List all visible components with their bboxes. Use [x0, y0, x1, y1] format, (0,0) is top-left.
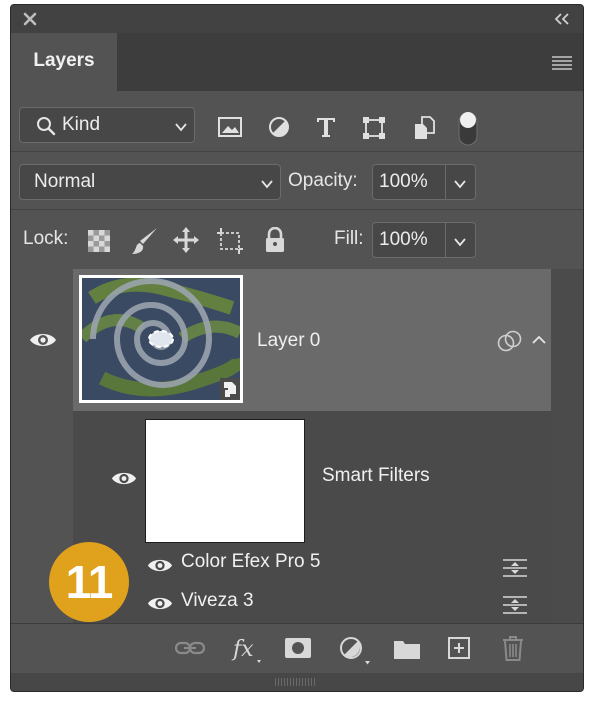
fill-label: Fill:	[334, 228, 364, 249]
lock-position-icon[interactable]	[172, 226, 200, 254]
lock-row: Lock: Fill: 100%	[11, 210, 583, 268]
type-filter-icon[interactable]	[315, 116, 337, 138]
lock-all-icon[interactable]	[264, 227, 286, 253]
adjustment-filter-icon[interactable]	[268, 116, 290, 138]
fill-field[interactable]: 100%	[372, 222, 476, 258]
search-icon	[37, 117, 56, 136]
filter-kind-dropdown[interactable]: Kind	[19, 107, 195, 143]
field-divider	[445, 165, 446, 199]
filter-toggle-icon[interactable]	[457, 109, 479, 147]
filter-kind-label: Kind	[62, 114, 101, 135]
filter-blending-options-icon[interactable]	[501, 557, 529, 579]
layer-thumbnail[interactable]	[79, 275, 243, 403]
filter-item-name[interactable]: Viveza 3	[181, 590, 254, 612]
chevron-down-icon[interactable]	[453, 235, 467, 249]
fx-icon[interactable]: fx	[231, 634, 263, 666]
field-divider	[445, 223, 446, 257]
smart-filter-mask-thumbnail[interactable]	[145, 419, 305, 543]
lock-image-pixels-icon[interactable]	[131, 226, 159, 256]
panel-resize-bar[interactable]	[11, 673, 583, 691]
eye-icon[interactable]	[147, 557, 173, 574]
opacity-field[interactable]: 100%	[372, 164, 476, 200]
smart-object-filter-icon[interactable]	[413, 116, 435, 140]
chevron-down-icon	[175, 123, 187, 132]
close-icon[interactable]	[21, 10, 39, 28]
filter-blending-options-icon[interactable]	[501, 594, 529, 616]
chevron-up-icon[interactable]	[531, 333, 547, 347]
filter-row: Kind	[11, 91, 583, 147]
image-filter-icon[interactable]	[218, 117, 242, 137]
step-number-badge: 11	[49, 542, 129, 622]
spiral-image	[82, 278, 240, 400]
layers-panel: Layers Kind Normal Opacity: 100% Lock: F…	[10, 4, 584, 692]
smart-filters-label[interactable]: Smart Filters	[322, 465, 430, 487]
opacity-value: 100%	[379, 171, 428, 192]
panel-menu-icon[interactable]	[551, 55, 573, 71]
delete-layer-icon[interactable]	[502, 635, 524, 661]
opacity-label: Opacity:	[288, 170, 358, 191]
svg-text:fx: fx	[231, 637, 254, 662]
panel-title-bar	[11, 5, 583, 33]
link-layers-icon[interactable]	[175, 640, 205, 656]
layers-bottom-toolbar: fx	[11, 623, 583, 674]
blend-mode-value: Normal	[34, 171, 96, 192]
resize-grip[interactable]	[275, 678, 317, 686]
chevron-down-icon	[261, 180, 273, 189]
tab-layers[interactable]: Layers	[11, 33, 117, 91]
new-adjustment-icon[interactable]	[339, 636, 371, 666]
smart-filter-options-icon[interactable]	[497, 330, 523, 352]
layer-name[interactable]: Layer 0	[257, 330, 320, 352]
eye-icon[interactable]	[147, 595, 173, 612]
tab-strip: Layers	[11, 33, 583, 91]
eye-icon[interactable]	[29, 331, 57, 349]
lock-label: Lock:	[23, 228, 69, 249]
add-mask-icon[interactable]	[285, 638, 311, 658]
scrollbar-track[interactable]	[551, 269, 583, 623]
shape-filter-icon[interactable]	[362, 116, 386, 140]
filter-item-name[interactable]: Color Efex Pro 5	[181, 551, 320, 573]
eye-icon[interactable]	[111, 470, 137, 487]
layer-thumbnail-image	[82, 278, 240, 400]
lock-transparent-pixels-icon[interactable]	[88, 230, 110, 252]
new-group-icon[interactable]	[393, 638, 421, 660]
blend-mode-dropdown[interactable]: Normal	[19, 164, 281, 200]
chevron-down-icon[interactable]	[453, 177, 467, 191]
new-layer-icon[interactable]	[448, 637, 470, 659]
fill-value: 100%	[379, 229, 428, 250]
blend-row: Normal Opacity: 100%	[11, 152, 583, 208]
lock-artboard-icon[interactable]	[216, 227, 244, 255]
collapse-panel-icon[interactable]	[553, 11, 571, 27]
